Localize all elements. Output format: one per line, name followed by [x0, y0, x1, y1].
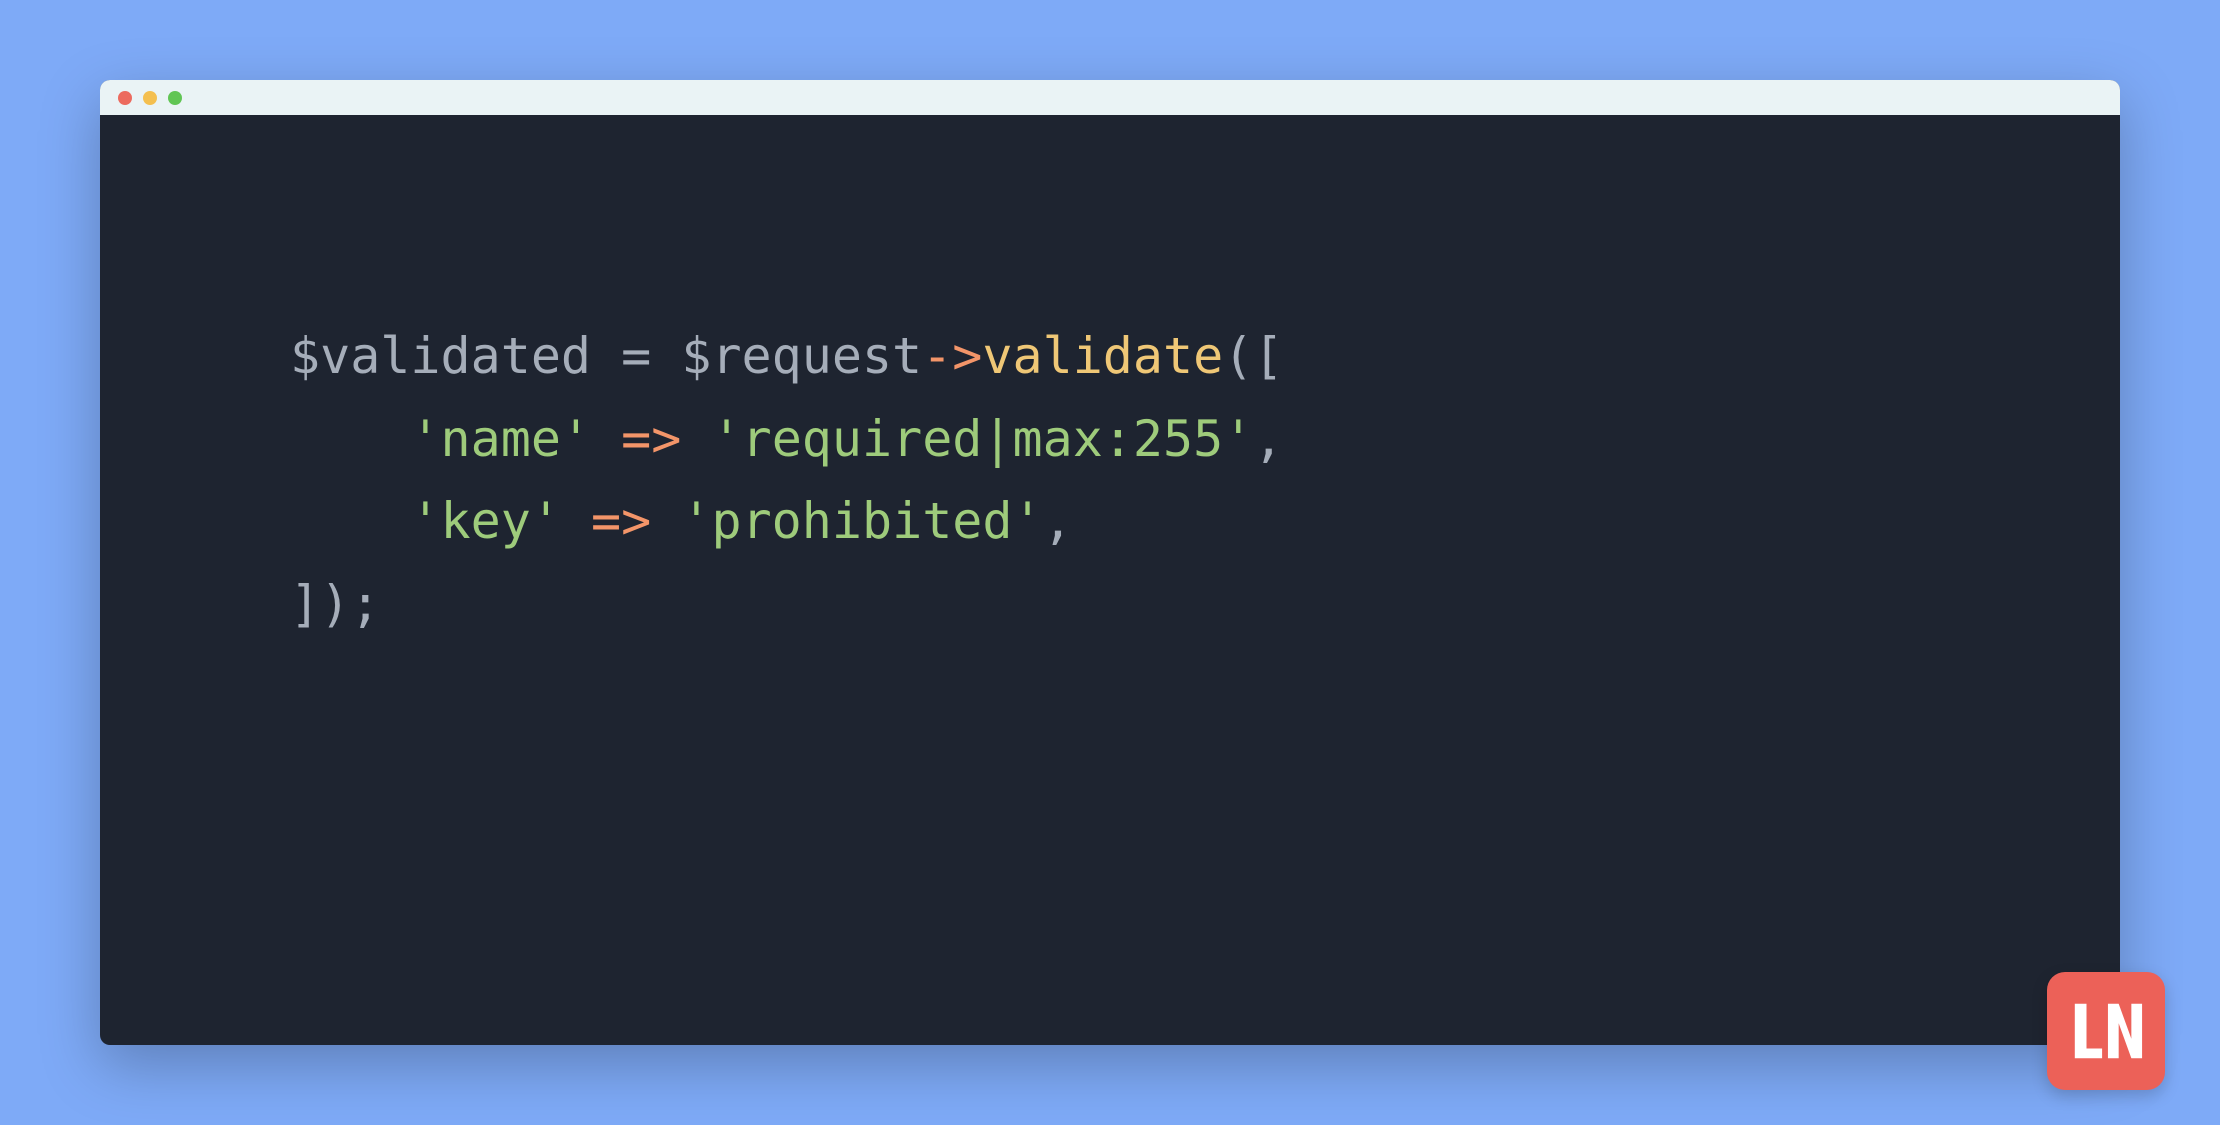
- code-space: [591, 410, 621, 468]
- close-icon[interactable]: [118, 91, 132, 105]
- code-variable: $validated: [290, 327, 591, 385]
- code-fat-arrow: =>: [591, 492, 651, 550]
- logo-badge: [2047, 972, 2165, 1090]
- code-block: $validated = $request->validate([ 'name'…: [100, 115, 2120, 645]
- code-space: [681, 410, 711, 468]
- code-indent: [290, 410, 410, 468]
- code-method: validate: [982, 327, 1223, 385]
- window-titlebar: [100, 80, 2120, 115]
- code-window: $validated = $request->validate([ 'name'…: [100, 80, 2120, 1045]
- code-string: 'name': [410, 410, 591, 468]
- minimize-icon[interactable]: [143, 91, 157, 105]
- code-punct: ]);: [290, 575, 380, 633]
- code-punct: ,: [1253, 410, 1283, 468]
- code-punct: ([: [1223, 327, 1283, 385]
- code-arrow: ->: [922, 327, 982, 385]
- code-fat-arrow: =>: [621, 410, 681, 468]
- code-variable: $request: [681, 327, 922, 385]
- code-space: [561, 492, 591, 550]
- code-space: [651, 492, 681, 550]
- code-string: 'required|max:255': [711, 410, 1253, 468]
- code-punct: ,: [1043, 492, 1073, 550]
- code-indent: [290, 492, 410, 550]
- code-operator: =: [591, 327, 681, 385]
- maximize-icon[interactable]: [168, 91, 182, 105]
- logo-icon: [2067, 992, 2145, 1070]
- code-string: 'prohibited': [681, 492, 1042, 550]
- code-string: 'key': [410, 492, 561, 550]
